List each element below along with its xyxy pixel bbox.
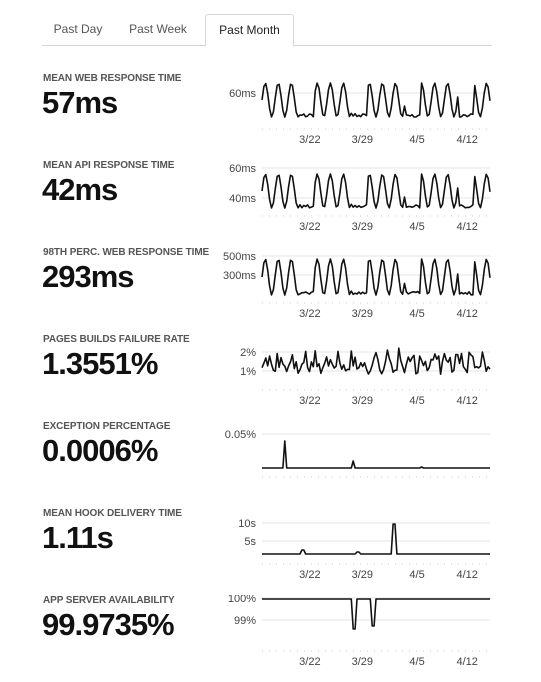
x-tick-label: 3/22 <box>299 221 320 232</box>
y-tick-label: 60ms <box>229 88 256 100</box>
metric-api-response: MEAN API RESPONSE TIME 42ms 60ms 40ms 3/22… <box>0 160 541 240</box>
metric-value: 42ms <box>42 172 118 207</box>
metric-label: MEAN HOOK DELIVERY TIME <box>43 508 182 519</box>
metric-label: APP SERVER AVAILABILITY <box>43 595 175 606</box>
x-tick-label: 3/22 <box>299 656 320 667</box>
x-tick-label: 4/5 <box>409 308 424 319</box>
sparkline-app-availability: 100% 99% 3/22 3/29 4/5 4/12 <box>222 595 492 667</box>
tab-past-day[interactable]: Past Day <box>42 14 114 45</box>
metric-value: 1.3551% <box>42 346 158 381</box>
x-tick-label: 4/12 <box>456 134 477 145</box>
sparkline-hook-delivery: 10s 5s 3/22 3/29 4/5 4/12 <box>222 508 492 580</box>
x-tick-label: 3/22 <box>299 134 320 145</box>
x-tick-label: 4/12 <box>456 569 477 580</box>
time-range-tabs: Past Day Past Week Past Month <box>42 14 492 47</box>
metric-value: 57ms <box>42 85 118 120</box>
series-line <box>261 258 491 296</box>
sparkline-pages-failure: 2% 1% 3/22 3/29 4/5 4/12 <box>222 334 492 406</box>
y-tick-label: 60ms <box>229 163 256 175</box>
x-tick-label: 3/29 <box>352 308 373 319</box>
x-tick-label: 4/12 <box>456 395 477 406</box>
y-tick-label: 1% <box>240 366 256 378</box>
metric-app-availability: APP SERVER AVAILABILITY 99.9735% 100% 99%… <box>0 595 541 675</box>
metric-hook-delivery: MEAN HOOK DELIVERY TIME 1.11s 10s 5s 3/22 3… <box>0 508 541 588</box>
x-tick-label: 4/12 <box>456 221 477 232</box>
y-tick-label: 40ms <box>229 193 256 205</box>
metric-label: MEAN API RESPONSE TIME <box>43 160 175 171</box>
series-line <box>261 173 491 209</box>
y-tick-label: 300ms <box>223 270 257 282</box>
x-tick-label: 3/22 <box>299 308 320 319</box>
y-tick-label: 10s <box>238 518 256 530</box>
sparkline-api-response: 60ms 40ms 3/22 3/29 4/5 4/12 <box>222 160 492 232</box>
metric-value: 0.0006% <box>42 433 158 468</box>
series-line <box>262 440 490 469</box>
y-tick-label: 2% <box>240 347 256 359</box>
series-line <box>261 82 491 118</box>
metric-pages-failure: PAGES BUILDS FAILURE RATE 1.3551% 2% 1% 3/… <box>0 334 541 414</box>
sparkline-web-response: 60ms 3/22 3/29 4/5 4/12 <box>222 73 492 145</box>
x-tick-label: 4/5 <box>409 134 424 145</box>
x-tick-label: 3/22 <box>299 395 320 406</box>
x-tick-label: 4/5 <box>409 395 424 406</box>
metric-value: 293ms <box>42 259 135 294</box>
x-tick-label: 3/29 <box>352 134 373 145</box>
y-tick-label: 5s <box>244 536 256 548</box>
y-tick-label: 500ms <box>223 251 257 263</box>
metric-label: PAGES BUILDS FAILURE RATE <box>43 334 190 345</box>
x-tick-label: 3/29 <box>352 395 373 406</box>
x-tick-label: 3/29 <box>352 569 373 580</box>
y-tick-label: 100% <box>228 595 256 605</box>
y-tick-label: 99% <box>234 615 256 627</box>
x-tick-label: 3/29 <box>352 221 373 232</box>
sparkline-98th-response: 500ms 300ms 3/22 3/29 4/5 4/12 <box>222 247 492 319</box>
metric-web-response: MEAN WEB RESPONSE TIME 57ms 60ms 3/22 3/29… <box>0 73 541 153</box>
tab-past-month[interactable]: Past Month <box>205 14 294 47</box>
x-tick-label: 3/22 <box>299 569 320 580</box>
metric-label: 98TH PERC. WEB RESPONSE TIME <box>43 247 210 258</box>
metric-value: 99.9735% <box>42 607 175 642</box>
x-tick-label: 3/29 <box>352 656 373 667</box>
series-line <box>262 523 490 555</box>
metric-98th-response: 98TH PERC. WEB RESPONSE TIME 293ms 500ms… <box>0 247 541 327</box>
x-tick-label: 4/12 <box>456 656 477 667</box>
x-tick-label: 4/5 <box>409 569 424 580</box>
metric-exception: EXCEPTION PERCENTAGE 0.0006% 0.05% <box>0 421 541 501</box>
x-tick-label: 4/5 <box>409 221 424 232</box>
metric-label: EXCEPTION PERCENTAGE <box>43 421 171 432</box>
sparkline-exception: 0.05% <box>222 421 492 493</box>
x-tick-label: 4/12 <box>456 308 477 319</box>
x-tick-label: 4/5 <box>409 656 424 667</box>
y-tick-label: 0.05% <box>225 429 256 441</box>
series-line <box>262 598 490 630</box>
metric-label: MEAN WEB RESPONSE TIME <box>43 73 182 84</box>
metric-value: 1.11s <box>42 520 114 555</box>
tab-past-week[interactable]: Past Week <box>118 14 198 45</box>
